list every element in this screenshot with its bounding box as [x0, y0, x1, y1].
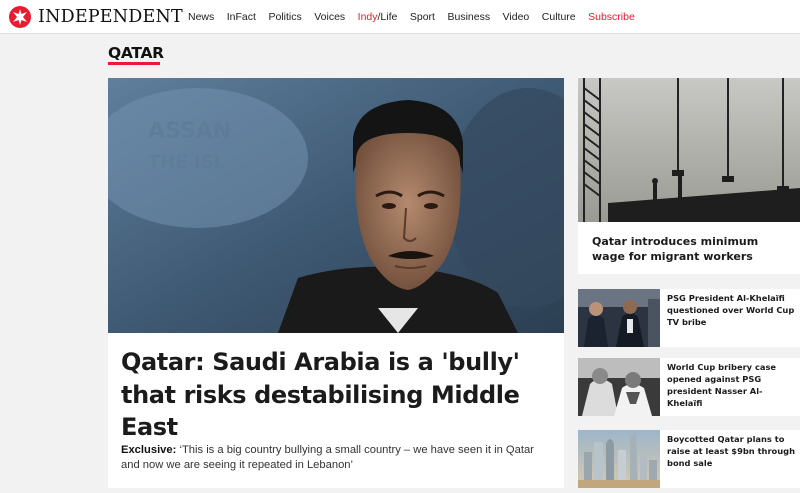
- logo[interactable]: INDEPENDENT: [9, 5, 183, 29]
- list-item-thumbnail[interactable]: [578, 430, 660, 488]
- svg-text:THE ISL: THE ISL: [148, 152, 225, 173]
- nav-voices[interactable]: Voices: [314, 11, 345, 23]
- list-item-title[interactable]: PSG President Al-Khelaïfi questioned ove…: [667, 292, 795, 328]
- nav-indy-life[interactable]: Indy/Life: [358, 11, 398, 23]
- side-story-image[interactable]: [578, 78, 800, 222]
- nav-business[interactable]: Business: [447, 11, 490, 23]
- side-story-title[interactable]: Qatar introduces minimum wage for migran…: [592, 234, 792, 264]
- nav-sport[interactable]: Sport: [410, 11, 435, 23]
- lead-story-title[interactable]: Qatar: Saudi Arabia is a 'bully' that ri…: [121, 346, 551, 444]
- list-item[interactable]: World Cup bribery case opened against PS…: [578, 358, 800, 416]
- nav-culture[interactable]: Culture: [542, 11, 576, 23]
- lead-story-standfirst: Exclusive: ‘This is a big country bullyi…: [121, 443, 551, 473]
- list-item-title[interactable]: World Cup bribery case opened against PS…: [667, 361, 795, 409]
- list-item[interactable]: Boycotted Qatar plans to raise at least …: [578, 430, 800, 488]
- main-nav: News InFact Politics Voices Indy/Life Sp…: [188, 0, 647, 34]
- side-story-card[interactable]: Qatar introduces minimum wage for migran…: [578, 78, 800, 274]
- list-item-thumbnail[interactable]: [578, 358, 660, 416]
- standfirst-text: ‘This is a big country bullying a small …: [121, 444, 534, 471]
- lead-story-card[interactable]: ASSAN THE ISL Qatar: Saudi Arabia is a '…: [108, 78, 564, 488]
- eagle-icon: [9, 6, 31, 28]
- lead-story-image[interactable]: ASSAN THE ISL: [108, 78, 564, 333]
- section-title[interactable]: QATAR: [108, 44, 164, 62]
- list-item-title[interactable]: Boycotted Qatar plans to raise at least …: [667, 433, 795, 469]
- subscribe-link[interactable]: Subscribe: [588, 11, 635, 23]
- nav-news[interactable]: News: [188, 11, 214, 23]
- svg-text:ASSAN: ASSAN: [148, 119, 231, 144]
- nav-infact[interactable]: InFact: [227, 11, 256, 23]
- nav-video[interactable]: Video: [503, 11, 530, 23]
- list-item-thumbnail[interactable]: [578, 289, 660, 347]
- logo-text: INDEPENDENT: [38, 7, 183, 27]
- top-bar: INDEPENDENT News InFact Politics Voices …: [0, 0, 800, 34]
- nav-politics[interactable]: Politics: [268, 11, 301, 23]
- standfirst-label: Exclusive:: [121, 444, 177, 456]
- nav-indy-life-part2: /Life: [377, 11, 398, 23]
- nav-indy-life-part1: Indy: [357, 11, 378, 23]
- section-underline: [108, 62, 160, 65]
- list-item[interactable]: PSG President Al-Khelaïfi questioned ove…: [578, 289, 800, 347]
